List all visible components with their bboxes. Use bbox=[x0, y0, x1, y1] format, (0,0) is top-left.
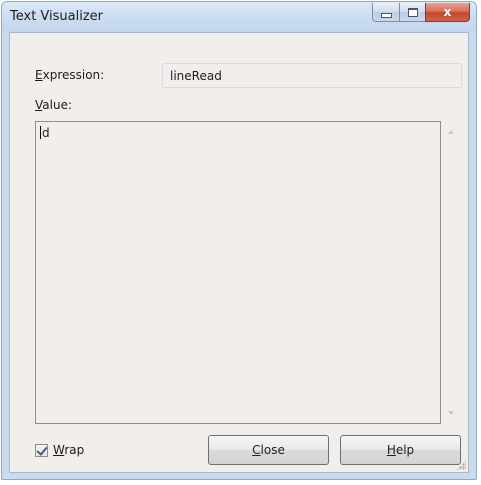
help-button-label: elp bbox=[395, 443, 415, 457]
minimize-button[interactable] bbox=[372, 3, 399, 22]
value-textarea[interactable]: d bbox=[35, 121, 441, 424]
wrap-label: Wrap bbox=[53, 443, 84, 457]
wrap-label-accelerator: W bbox=[53, 443, 65, 457]
checkmark-icon bbox=[36, 443, 48, 456]
wrap-label-text: rap bbox=[64, 443, 85, 457]
expression-field[interactable]: lineRead bbox=[162, 63, 462, 88]
dialog-client-area: Expression: lineRead Value: d Wrap Close… bbox=[9, 32, 469, 473]
wrap-checkbox[interactable]: Wrap bbox=[35, 443, 84, 457]
close-button-accelerator: C bbox=[252, 443, 261, 457]
close-window-button[interactable]: x bbox=[425, 3, 470, 22]
expression-label-accelerator: E bbox=[35, 68, 43, 82]
value-scrollbar[interactable] bbox=[443, 121, 461, 424]
value-text: d bbox=[42, 126, 50, 140]
minimize-icon bbox=[380, 12, 392, 18]
value-label: Value: bbox=[35, 98, 72, 112]
caption-buttons: x bbox=[372, 3, 470, 22]
expression-label-text: xpression: bbox=[42, 68, 105, 82]
expression-label: Expression: bbox=[35, 68, 104, 82]
text-caret bbox=[40, 126, 41, 139]
close-button[interactable]: Close bbox=[208, 435, 329, 465]
scroll-down-arrow-icon[interactable] bbox=[448, 411, 454, 415]
maximize-button[interactable] bbox=[399, 3, 425, 22]
scroll-up-arrow-icon[interactable] bbox=[448, 130, 454, 134]
help-button[interactable]: Help bbox=[340, 435, 461, 465]
window-title: Text Visualizer bbox=[10, 9, 104, 24]
title-bar[interactable]: Text Visualizer x bbox=[2, 2, 476, 32]
wrap-checkbox-box[interactable] bbox=[35, 443, 48, 457]
help-button-accelerator: H bbox=[386, 443, 396, 457]
close-icon: x bbox=[443, 5, 452, 19]
value-label-text: alue: bbox=[42, 98, 72, 112]
maximize-icon bbox=[407, 7, 418, 17]
close-button-label: lose bbox=[260, 443, 285, 457]
text-visualizer-window: Text Visualizer x Expression: lineRead V… bbox=[1, 1, 477, 480]
